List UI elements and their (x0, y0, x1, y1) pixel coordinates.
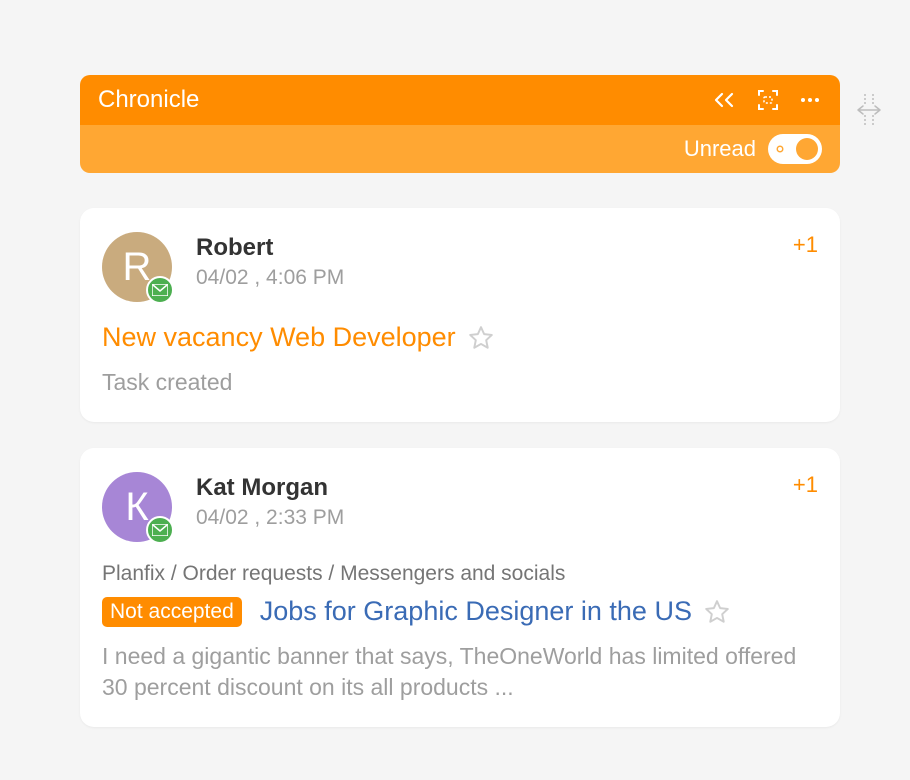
more-icon[interactable] (798, 88, 822, 112)
card-title[interactable]: New vacancy Web Developer (102, 322, 456, 353)
card-title[interactable]: Jobs for Graphic Designer in the US (260, 596, 692, 627)
avatar[interactable]: К (102, 472, 172, 542)
unread-count: +1 (793, 232, 818, 258)
header-icons (712, 88, 822, 112)
chronicle-panel: Chronicle Unread (80, 75, 840, 727)
mail-badge-icon (146, 276, 174, 304)
unread-toggle[interactable] (768, 134, 822, 164)
star-icon[interactable] (704, 599, 730, 625)
status-badge: Not accepted (102, 597, 242, 627)
mail-badge-icon (146, 516, 174, 544)
header-filter-bar: Unread (80, 125, 840, 173)
scan-icon[interactable] (756, 88, 780, 112)
timestamp: 04/02 , 4:06 PM (196, 266, 793, 290)
card-body: I need a gigantic banner that says, TheO… (102, 641, 818, 703)
panel-header: Chronicle Unread (80, 75, 840, 173)
collapse-icon[interactable] (712, 91, 738, 109)
card-body: Task created (102, 367, 818, 398)
author-name[interactable]: Robert (196, 234, 793, 262)
feed-card[interactable]: R Robert 04/02 , 4:06 PM +1 New vacancy … (80, 208, 840, 422)
card-meta: Kat Morgan 04/02 , 2:33 PM (196, 472, 793, 530)
title-row: Not accepted Jobs for Graphic Designer i… (102, 596, 818, 627)
card-header: R Robert 04/02 , 4:06 PM +1 (102, 232, 818, 302)
star-icon[interactable] (468, 325, 494, 351)
breadcrumb[interactable]: Planfix / Order requests / Messengers an… (102, 562, 818, 586)
avatar[interactable]: R (102, 232, 172, 302)
feed-card[interactable]: К Kat Morgan 04/02 , 2:33 PM +1 Planfix … (80, 448, 840, 727)
unread-count: +1 (793, 472, 818, 498)
title-row: New vacancy Web Developer (102, 322, 818, 353)
timestamp: 04/02 , 2:33 PM (196, 506, 793, 530)
resize-handle-icon[interactable] (854, 90, 884, 130)
card-meta: Robert 04/02 , 4:06 PM (196, 232, 793, 290)
card-header: К Kat Morgan 04/02 , 2:33 PM +1 (102, 472, 818, 542)
unread-label: Unread (684, 136, 756, 162)
header-top: Chronicle (80, 75, 840, 125)
panel-title: Chronicle (98, 86, 712, 114)
author-name[interactable]: Kat Morgan (196, 474, 793, 502)
